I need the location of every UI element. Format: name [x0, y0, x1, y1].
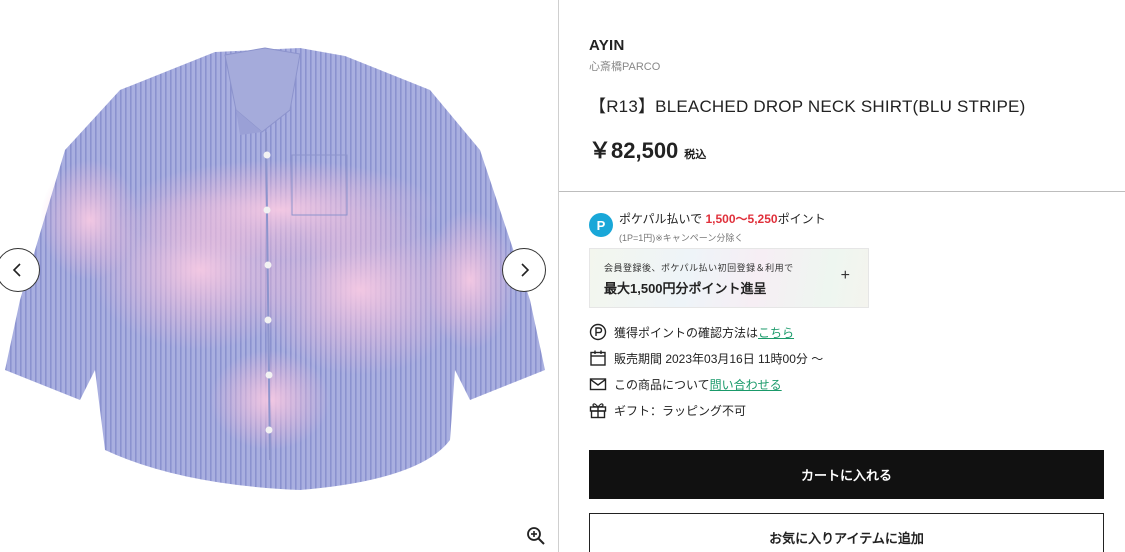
- zoom-button[interactable]: [524, 524, 548, 548]
- promo-headline: 最大1,500円分ポイント進呈: [604, 281, 767, 296]
- calendar-icon: [590, 350, 606, 366]
- payment-points-text: ポケパル払いで 1,500〜5,250ポイント: [619, 212, 826, 226]
- price: ￥82,500: [589, 138, 679, 163]
- pokepal-logo-icon: P: [589, 213, 613, 237]
- payment-points-note: (1P=1円)※キャンペーン分除く: [619, 233, 744, 243]
- promo-banner[interactable]: 会員登録後、ポケパル払い初回登録＆利用で 最大1,500円分ポイント進呈 +: [589, 248, 869, 308]
- points-range: 1,500〜5,250: [705, 212, 778, 226]
- payment-points: P ポケパル払いで 1,500〜5,250ポイント (1P=1円)※キャンペーン…: [589, 210, 826, 244]
- product-gallery: [0, 0, 558, 552]
- gift-icon: [589, 403, 607, 419]
- promo-caption: 会員登録後、ポケパル払い初回登録＆利用で: [604, 263, 794, 273]
- chevron-left-icon: [12, 263, 21, 277]
- horizontal-divider: [559, 191, 1125, 192]
- zoom-in-icon: [527, 527, 545, 545]
- next-image-button[interactable]: [502, 248, 546, 292]
- gift-text: ギフト：ラッピング不可: [614, 403, 747, 418]
- shop-name: 心斎橋PARCO: [589, 61, 661, 73]
- shirt-image: [5, 47, 545, 490]
- product-title: 【R13】BLEACHED DROP NECK SHIRT(BLU STRIPE…: [589, 97, 1026, 116]
- points-check-text: 獲得ポイントの確認方法は: [614, 325, 759, 340]
- product-info: AYIN 心斎橋PARCO 【R13】BLEACHED DROP NECK SH…: [559, 0, 1125, 552]
- mail-icon: [589, 378, 607, 391]
- chevron-right-icon: [521, 263, 530, 277]
- brand-name[interactable]: AYIN: [589, 37, 625, 54]
- points-check-link[interactable]: こちら: [758, 324, 794, 341]
- gift-row: ギフト：ラッピング不可: [589, 401, 746, 419]
- tax-label: 税込: [684, 149, 707, 161]
- plus-icon: +: [840, 267, 850, 284]
- inquiry-link[interactable]: 問い合わせる: [710, 376, 782, 393]
- point-circle-icon: [589, 323, 607, 341]
- sale-period: 販売期間 2023年03月16日 11時00分 ～: [614, 351, 824, 366]
- add-to-favorites-button[interactable]: お気に入りアイテムに追加: [589, 513, 1104, 552]
- add-to-cart-button[interactable]: カートに入れる: [589, 450, 1104, 499]
- sale-period-row: 販売期間 2023年03月16日 11時00分 ～: [589, 349, 823, 367]
- inquiry-row: この商品について 問い合わせる: [589, 375, 782, 393]
- price-row: ￥82,500 税込: [589, 133, 706, 165]
- points-check-row: 獲得ポイントの確認方法は こちら: [589, 323, 794, 341]
- inquiry-text: この商品について: [614, 377, 710, 392]
